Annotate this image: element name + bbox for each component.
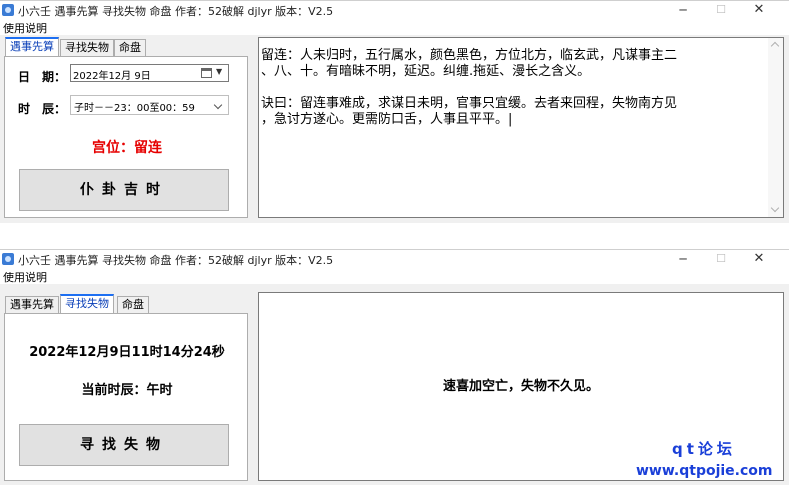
watermark-forum: qt论坛 [672, 440, 736, 458]
hour-value: 子时－－23：00至00：59 [74, 103, 195, 114]
app-icon [2, 253, 14, 265]
app-icon [2, 4, 14, 16]
watermark-url: www.qtpojie.com [636, 463, 773, 479]
window-title: 小六壬 遇事先算 寻找失物 命盘 作者：52破解 djlyr 版本：V2.5 [18, 254, 334, 267]
date-label: 日 期： [18, 70, 67, 84]
scrollbar[interactable] [768, 38, 783, 217]
close-button[interactable]: ✕ [740, 250, 778, 268]
window-title: 小六壬 遇事先算 寻找失物 命盘 作者：52破解 djlyr 版本：V2.5 [18, 5, 334, 18]
title-bar[interactable]: 小六壬 遇事先算 寻找失物 命盘 作者：52破解 djlyr 版本：V2.5 ─… [0, 250, 789, 268]
scroll-down-icon[interactable] [770, 203, 780, 213]
minimize-button[interactable]: ─ [664, 1, 702, 19]
title-bar[interactable]: 小六壬 遇事先算 寻找失物 命盘 作者：52破解 djlyr 版本：V2.5 ─… [0, 1, 789, 19]
tab-chart[interactable]: 命盘 [114, 39, 146, 57]
scroll-up-icon[interactable] [770, 41, 780, 51]
find-lost-button[interactable]: 寻找失物 [19, 424, 229, 466]
minimize-button[interactable]: ─ [664, 250, 702, 268]
menu-item-help[interactable]: 使用说明 [3, 269, 47, 285]
current-hour: 当前时辰：午时 [81, 383, 173, 398]
menu-item-help[interactable]: 使用说明 [3, 20, 47, 36]
close-button[interactable]: ✕ [740, 1, 778, 19]
calendar-icon[interactable] [201, 68, 212, 78]
tab-chart[interactable]: 命盘 [117, 296, 149, 314]
menu-bar: 使用说明 [0, 268, 789, 284]
result-textbox[interactable]: 留连：人未归时，五行属水，颜色黑色，方位北方，临玄武，凡谋事主二 、八、十。有暗… [258, 37, 784, 218]
result-line-3: 诀曰：留连事难成，求谋日未明，官事只宜缓。去者来回程，失物南方见 [261, 96, 678, 111]
divine-button[interactable]: 仆卦吉时 [19, 169, 229, 211]
menu-bar: 使用说明 [0, 19, 789, 35]
app-window-lost-items: 小六壬 遇事先算 寻找失物 命盘 作者：52破解 djlyr 版本：V2.5 ─… [0, 249, 789, 485]
hour-label: 时 辰： [18, 102, 67, 116]
lost-item-result: 速喜加空亡，失物不久见。 [442, 379, 599, 394]
result-line-2: 、八、十。有暗昧不明，延迟。纠缠.拖延、漫长之含义。 [261, 64, 591, 79]
date-value: 2022年12月 9日 [73, 71, 151, 82]
current-datetime: 2022年12月9日11时14分24秒 [29, 345, 225, 360]
date-picker[interactable]: 2022年12月 9日 ▼ [70, 64, 229, 82]
maximize-button[interactable]: ☐ [702, 1, 740, 19]
tab-divination[interactable]: 遇事先算 [5, 296, 59, 314]
hour-select[interactable]: 子时－－23：00至00：59 [70, 95, 229, 115]
app-window-main: 小六壬 遇事先算 寻找失物 命盘 作者：52破解 djlyr 版本：V2.5 ─… [0, 0, 789, 223]
tab-find-lost[interactable]: 寻找失物 [60, 39, 114, 57]
tab-panel-find-lost: 2022年12月9日11时14分24秒 当前时辰：午时 寻找失物 [4, 313, 248, 481]
dropdown-arrow-icon[interactable]: ▼ [216, 67, 222, 76]
palace-result: 宫位：留连 [92, 140, 162, 156]
maximize-button[interactable]: ☐ [702, 250, 740, 268]
result-line-4: ，急讨方遂心。更需防口舌，人事且平平。| [261, 112, 513, 127]
result-line-1: 留连：人未归时，五行属水，颜色黑色，方位北方，临玄武，凡谋事主二 [261, 48, 678, 63]
chevron-down-icon[interactable] [213, 100, 223, 110]
tab-divination[interactable]: 遇事先算 [5, 37, 59, 56]
tab-find-lost[interactable]: 寻找失物 [60, 294, 114, 313]
